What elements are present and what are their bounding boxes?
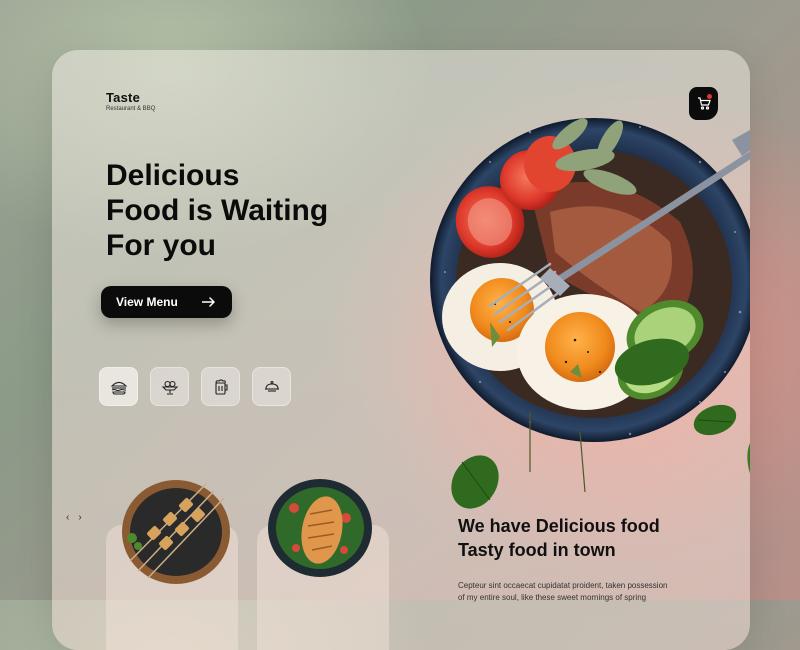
chicken-salad-image [268, 479, 372, 577]
carousel-next-button[interactable]: › [78, 512, 81, 523]
hero-card: Taste Restaurant & BBQ Delicious Food is… [52, 50, 750, 650]
category-burger[interactable] [99, 367, 138, 406]
hero-title-line-1: Delicious [106, 159, 240, 192]
arrow-right-icon [202, 297, 215, 307]
category-dessert[interactable] [150, 367, 189, 406]
brand-tagline: Restaurant & BBQ [106, 106, 156, 112]
carousel-controls: ‹ › [66, 512, 82, 523]
burger-icon [110, 381, 127, 395]
about-text: Cepteur sint occaecat cupidatat proident… [458, 581, 668, 602]
category-list [99, 367, 291, 406]
skewers-dish-image [122, 480, 230, 584]
about-title-line-1: We have Delicious food [458, 516, 660, 536]
category-dish[interactable] [252, 367, 291, 406]
view-menu-label: View Menu [116, 295, 178, 309]
about-title-line-2: Tasty food in town [458, 540, 616, 560]
view-menu-button[interactable]: View Menu [101, 286, 232, 318]
dish-icon [264, 380, 279, 392]
hero-title-line-3: For you [106, 229, 216, 262]
brand[interactable]: Taste Restaurant & BBQ [106, 90, 155, 112]
dessert-icon [161, 380, 178, 395]
hero-title: Delicious Food is Waiting For you [106, 158, 386, 263]
about-title: We have Delicious food Tasty food in tow… [458, 514, 660, 562]
brand-name: Taste [106, 90, 140, 105]
category-beer[interactable] [201, 367, 240, 406]
carousel-prev-button[interactable]: ‹ [66, 512, 69, 523]
hero-title-line-2: Food is Waiting [106, 194, 329, 227]
beer-icon [214, 378, 228, 395]
featured-dish-image [430, 118, 750, 509]
